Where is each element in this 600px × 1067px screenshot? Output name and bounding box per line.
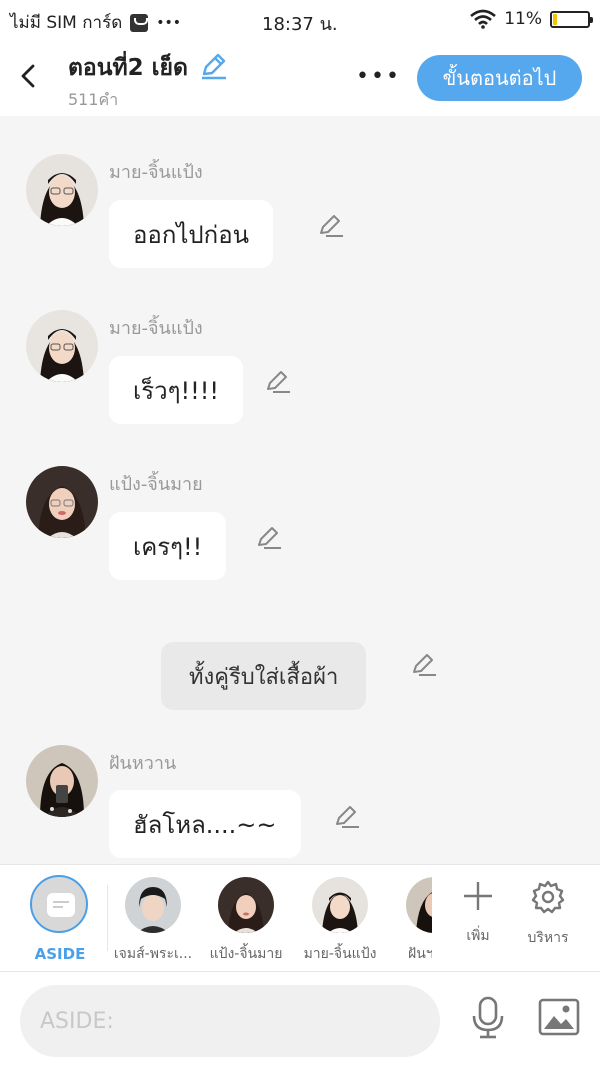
edit-message-icon[interactable] (333, 803, 361, 831)
character-name: ฝันฯ (408, 946, 432, 962)
character-avatar (125, 877, 181, 933)
character-name: มาย-จิ้นแป้ง (303, 946, 377, 962)
message-sender: มาย-จิ้นแป้ง (109, 318, 203, 339)
back-button[interactable] (14, 60, 42, 92)
character-bar: ASIDE เจมส์-พระเ... แป้ง-จิ้นมาย มาย-จิ้… (0, 864, 600, 971)
manage-characters-button[interactable]: บริหาร (518, 879, 578, 949)
aside-icon (30, 875, 88, 933)
message-sender: แป้ง-จิ้นมาย (109, 474, 203, 495)
add-character-button[interactable]: เพิ่ม (448, 879, 508, 947)
chat-area[interactable]: มาย-จิ้นแป้ง ออกไปก่อน มาย-จิ้นแป้ง เร็ว… (0, 116, 600, 864)
edit-message-icon[interactable] (255, 524, 283, 552)
message-bubble[interactable]: เร็วๆ!!!! (109, 356, 243, 424)
character-item[interactable]: ฝันฯ (400, 877, 432, 965)
character-name: เจมส์-พระเ... (113, 946, 193, 962)
battery-icon (550, 10, 593, 28)
battery-level (553, 13, 557, 25)
more-notifications-icon: ••• (156, 14, 182, 31)
wifi-icon (470, 9, 497, 29)
edit-message-icon[interactable] (410, 651, 438, 679)
avatar[interactable] (26, 154, 98, 226)
manage-label: บริหาร (527, 930, 569, 946)
message-sender: ฝันหวาน (109, 753, 177, 774)
image-button[interactable] (538, 998, 580, 1040)
narration-bubble[interactable]: ทั้งคู่รีบใส่เสื้อผ้า (161, 642, 367, 710)
character-item[interactable]: มาย-จิ้นแป้ง (295, 877, 385, 965)
next-step-button[interactable]: ขั้นตอนต่อไป (417, 55, 582, 101)
image-icon (538, 998, 580, 1036)
character-item[interactable]: เจมส์-พระเ... (108, 877, 198, 965)
clock: 18:37 น. (262, 14, 338, 35)
composer-bar (0, 971, 600, 1067)
avatar[interactable] (26, 745, 98, 817)
page-title: ตอนที่2 เย็ด (68, 55, 188, 81)
message-sender: มาย-จิ้นแป้ง (109, 162, 203, 183)
battery-percent: 11% (504, 9, 542, 29)
add-label: เพิ่ม (466, 928, 490, 944)
word-count: 511คำ (68, 90, 119, 109)
edit-message-icon[interactable] (264, 368, 292, 396)
character-name: แป้ง-จิ้นมาย (209, 946, 283, 962)
edit-message-icon[interactable] (317, 212, 345, 240)
message-bubble[interactable]: ฮัลโหล....~~ (109, 790, 301, 858)
character-item[interactable]: แป้ง-จิ้นมาย (201, 877, 291, 965)
message-input[interactable] (20, 985, 440, 1057)
avatar[interactable] (26, 310, 98, 382)
carrier-label: ไม่มี SIM การ์ด (10, 13, 123, 33)
character-avatar (312, 877, 368, 933)
microphone-icon (472, 996, 504, 1039)
aside-label: ASIDE (34, 945, 86, 963)
status-bar: ไม่มี SIM การ์ด ••• 18:37 น. 11% (0, 0, 600, 40)
message-bubble[interactable]: เครๆ!! (109, 512, 227, 580)
gear-icon (531, 880, 565, 914)
character-avatar (406, 877, 432, 933)
character-avatar (218, 877, 274, 933)
plus-icon (464, 882, 492, 910)
message-bubble[interactable]: ออกไปก่อน (109, 200, 274, 268)
avatar[interactable] (26, 466, 98, 538)
title-block: ตอนที่2 เย็ด 511คำ (68, 50, 227, 113)
aside-button[interactable]: ASIDE (30, 875, 90, 963)
app-header: ตอนที่2 เย็ด 511คำ ••• ขั้นตอนต่อไป (0, 40, 600, 116)
microphone-button[interactable] (470, 996, 506, 1044)
shopping-bag-icon (130, 13, 149, 32)
more-options-icon[interactable]: ••• (356, 64, 401, 89)
edit-title-icon[interactable] (199, 52, 227, 84)
chevron-left-icon (21, 64, 35, 88)
